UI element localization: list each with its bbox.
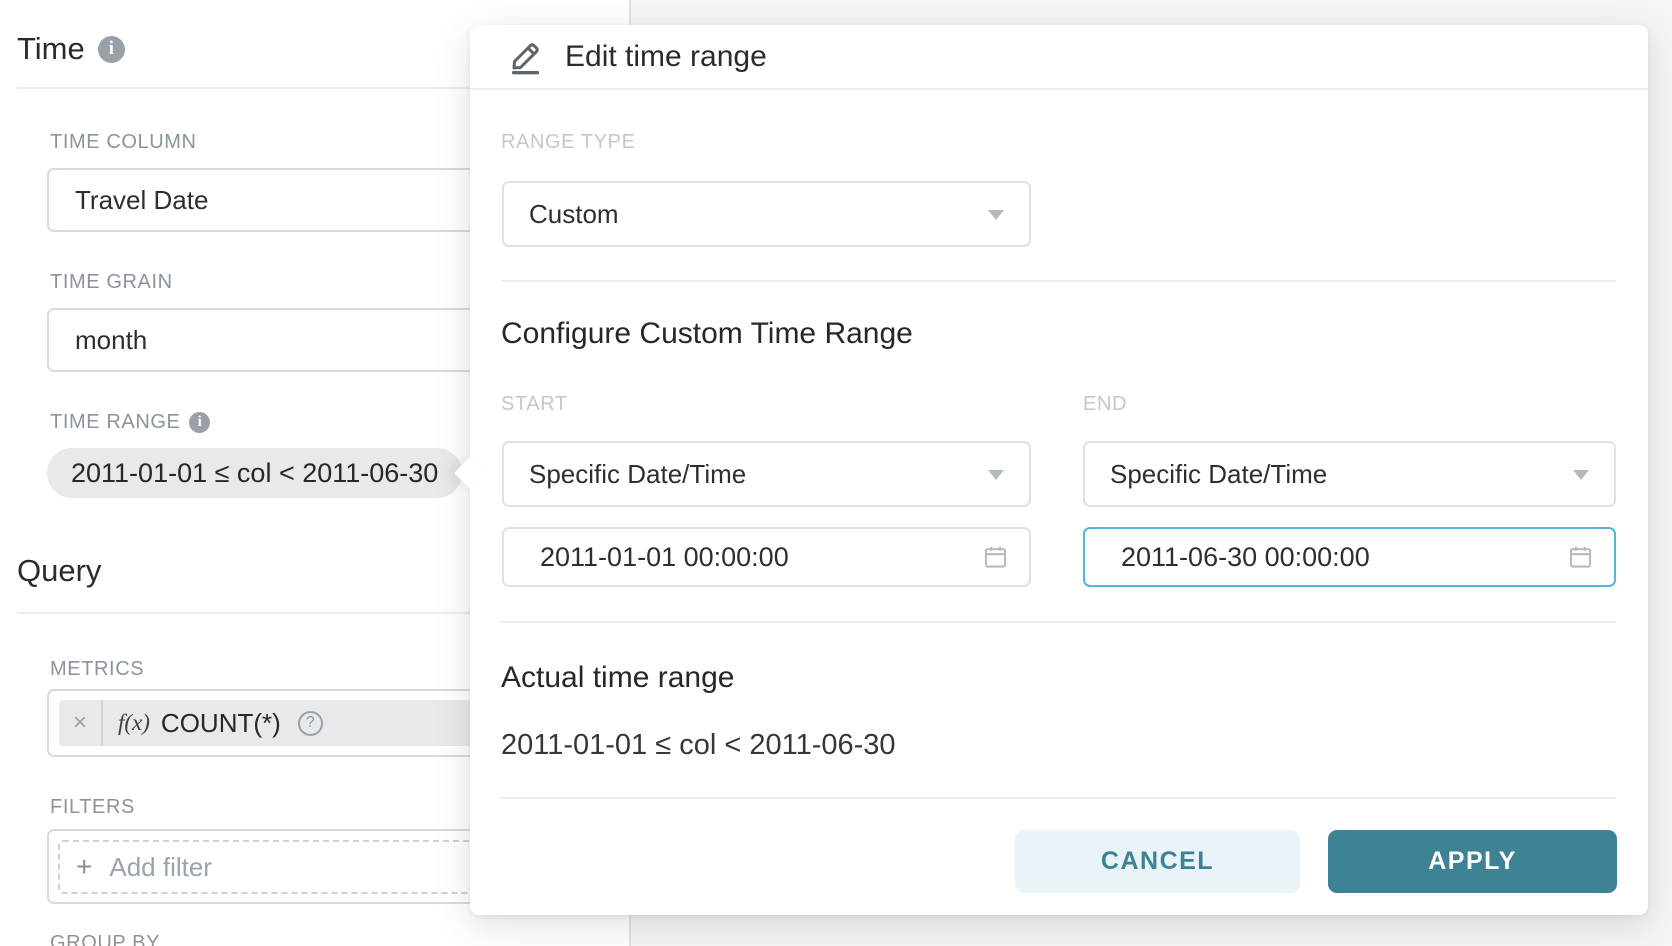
time-column-label: TIME COLUMN <box>50 131 197 154</box>
add-filter-label: Add filter <box>109 852 212 883</box>
range-type-value: Custom <box>529 199 619 230</box>
end-mode-value: Specific Date/Time <box>1110 459 1327 490</box>
end-date-input[interactable] <box>1085 529 1614 585</box>
footer-divider <box>501 797 1616 799</box>
metric-value: COUNT(*) <box>161 708 281 739</box>
explore-page: Time i TIME COLUMN Travel Date TIME GRAI… <box>0 0 1672 946</box>
query-section-title: Query <box>17 553 101 589</box>
range-type-select[interactable]: Custom <box>502 181 1031 247</box>
actual-time-range-value: 2011-01-01 ≤ col < 2011-06-30 <box>501 729 896 762</box>
function-icon: f(x) <box>118 710 150 736</box>
time-column-value: Travel Date <box>75 185 208 216</box>
remove-metric-icon[interactable]: × <box>59 700 103 746</box>
filters-label: FILTERS <box>50 796 135 819</box>
info-icon[interactable]: i <box>98 36 125 63</box>
modal-divider <box>501 621 1616 623</box>
time-range-value: 2011-01-01 ≤ col < 2011-06-30 <box>71 458 438 489</box>
metrics-label: METRICS <box>50 658 144 681</box>
group-by-label: GROUP BY <box>50 932 160 946</box>
end-date-field <box>1083 527 1616 587</box>
help-icon[interactable]: ? <box>298 711 323 736</box>
range-type-label: RANGE TYPE <box>501 131 636 154</box>
end-label: END <box>1083 393 1127 416</box>
time-range-label: TIME RANGE i <box>50 411 210 434</box>
apply-button[interactable]: APPLY <box>1328 830 1617 893</box>
edit-time-range-modal: Edit time range RANGE TYPE Custom Config… <box>470 25 1648 915</box>
calendar-icon[interactable] <box>982 544 1009 571</box>
modal-divider <box>501 280 1616 282</box>
start-date-input[interactable] <box>504 529 1029 585</box>
start-mode-value: Specific Date/Time <box>529 459 746 490</box>
modal-header: Edit time range <box>470 25 1648 90</box>
chevron-down-icon <box>988 210 1004 220</box>
start-label: START <box>501 393 568 416</box>
end-mode-select[interactable]: Specific Date/Time <box>1083 441 1616 507</box>
pencil-icon <box>502 39 546 75</box>
plus-icon: + <box>76 853 92 881</box>
chevron-down-icon <box>1573 470 1589 480</box>
chevron-down-icon <box>988 470 1004 480</box>
start-date-field <box>502 527 1031 587</box>
calendar-icon[interactable] <box>1567 544 1594 571</box>
configure-heading: Configure Custom Time Range <box>501 317 913 351</box>
time-section-title: Time i <box>17 31 125 67</box>
time-range-badge[interactable]: 2011-01-01 ≤ col < 2011-06-30 <box>47 448 462 498</box>
start-mode-select[interactable]: Specific Date/Time <box>502 441 1031 507</box>
time-grain-label: TIME GRAIN <box>50 271 173 294</box>
time-grain-value: month <box>75 325 147 356</box>
time-section-label: Time <box>17 31 85 67</box>
info-icon[interactable]: i <box>189 412 210 433</box>
actual-time-range-heading: Actual time range <box>501 661 734 695</box>
modal-title: Edit time range <box>565 40 767 74</box>
cancel-button[interactable]: CANCEL <box>1015 830 1300 893</box>
